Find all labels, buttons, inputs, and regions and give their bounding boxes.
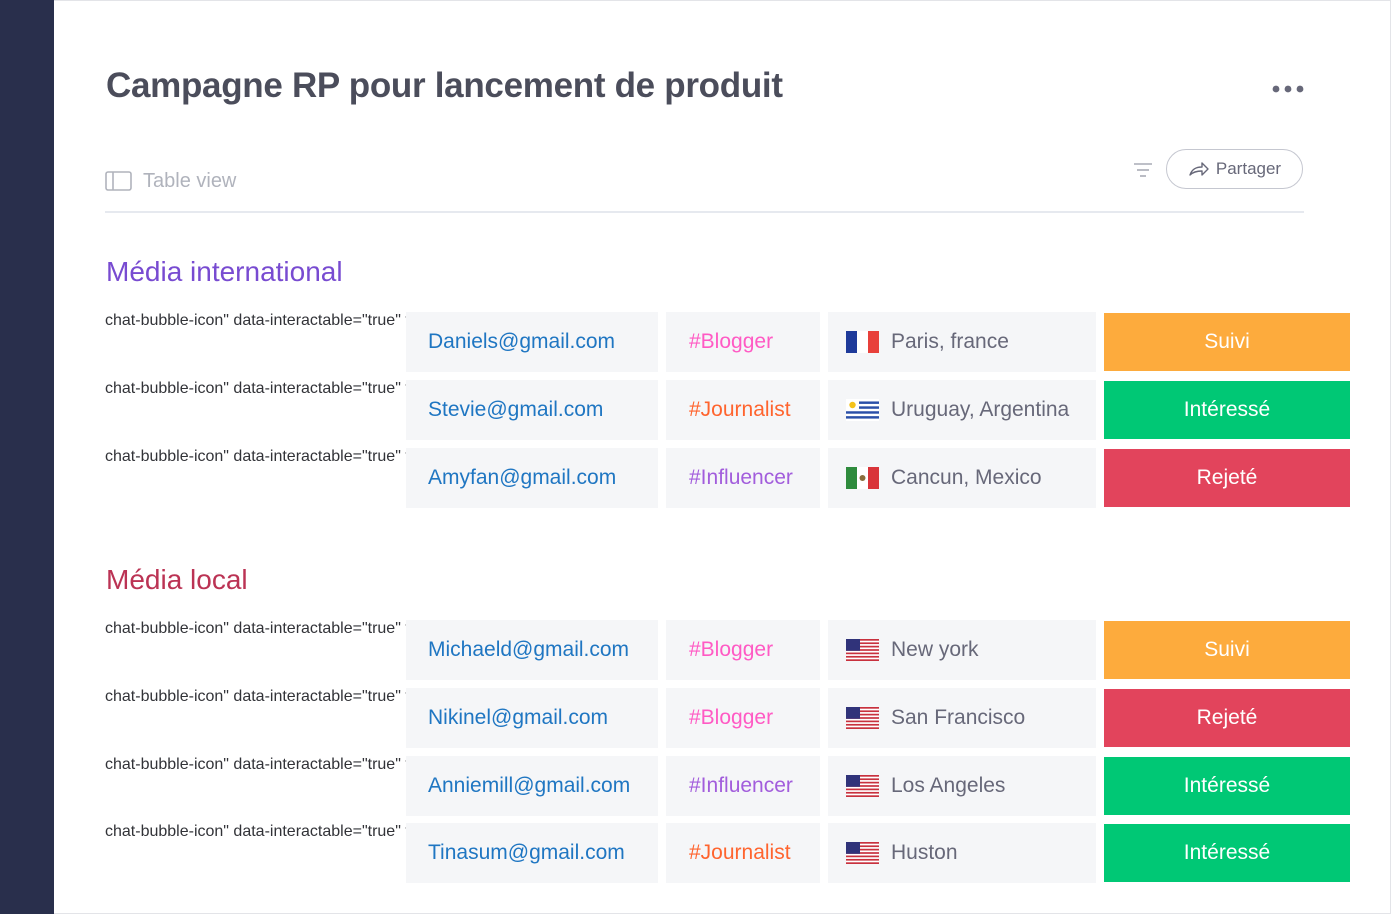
status-badge[interactable]: Intéressé: [1104, 757, 1350, 815]
status-badge[interactable]: Intéressé: [1104, 381, 1350, 439]
tag-cell[interactable]: #Influencer: [666, 756, 820, 816]
status-label: Rejeté: [1196, 706, 1258, 729]
email-cell[interactable]: Stevie@gmail.com: [406, 380, 658, 440]
share-arrow-icon: [1189, 162, 1209, 176]
status-badge[interactable]: Rejeté: [1104, 689, 1350, 747]
email-link[interactable]: Amyfan@gmail.com: [428, 466, 616, 490]
email-cell[interactable]: Nikinel@gmail.com: [406, 688, 658, 748]
usa-flag-icon: [846, 775, 879, 797]
status-cell[interactable]: Intéressé: [1104, 823, 1350, 883]
table-view-label: Table view: [143, 169, 237, 192]
location-cell[interactable]: Cancun, Mexico: [828, 448, 1096, 508]
status-badge[interactable]: Suivi: [1104, 313, 1350, 371]
location-cell[interactable]: Paris, france: [828, 312, 1096, 372]
status-cell[interactable]: Intéressé: [1104, 756, 1350, 816]
usa-flag-icon: [846, 842, 879, 864]
table-row[interactable]: chat-bubble-icon" data-interactable="tru…: [105, 380, 1350, 440]
location-cell[interactable]: San Francisco: [828, 688, 1096, 748]
status-cell[interactable]: Intéressé: [1104, 380, 1350, 440]
email-cell[interactable]: Anniemill@gmail.com: [406, 756, 658, 816]
tag-label: #Blogger: [689, 706, 774, 729]
tag-cell[interactable]: #Blogger: [666, 688, 820, 748]
share-label: Partager: [1215, 159, 1282, 178]
email-link[interactable]: Michaeld@gmail.com: [428, 638, 629, 662]
toolbar-divider: [105, 211, 1304, 213]
table-row[interactable]: chat-bubble-icon" data-interactable="tru…: [105, 448, 1350, 508]
location-label: Paris, france: [891, 330, 1009, 353]
status-label: Suivi: [1204, 638, 1250, 661]
status-label: Intéressé: [1183, 841, 1271, 864]
location-cell[interactable]: Huston: [828, 823, 1096, 883]
tag-label: #Blogger: [689, 330, 774, 353]
tag-cell[interactable]: #Journalist: [666, 380, 820, 440]
status-badge[interactable]: Rejeté: [1104, 449, 1350, 507]
email-cell[interactable]: Amyfan@gmail.com: [406, 448, 658, 508]
table-row[interactable]: chat-bubble-icon" data-interactable="tru…: [105, 756, 1350, 816]
table-row[interactable]: chat-bubble-icon" data-interactable="tru…: [105, 312, 1350, 372]
tag-label: #Journalist: [689, 841, 791, 864]
table-view-icon: [105, 171, 132, 191]
table-row[interactable]: chat-bubble-icon" data-interactable="tru…: [105, 823, 1350, 883]
tag-cell[interactable]: #Blogger: [666, 312, 820, 372]
email-cell[interactable]: Tinasum@gmail.com: [406, 823, 658, 883]
left-sidebar: [0, 0, 54, 914]
tag-label: #Blogger: [689, 638, 774, 661]
status-label: Rejeté: [1196, 466, 1258, 489]
tag-label: #Influencer: [689, 466, 793, 489]
group-title-local: Média local: [106, 564, 248, 595]
location-label: Huston: [891, 841, 958, 864]
email-link[interactable]: Nikinel@gmail.com: [428, 706, 608, 730]
status-badge[interactable]: Intéressé: [1104, 824, 1350, 882]
email-cell[interactable]: Daniels@gmail.com: [406, 312, 658, 372]
location-cell[interactable]: Los Angeles: [828, 756, 1096, 816]
table-view-tab[interactable]: Table view: [105, 168, 236, 194]
tag-cell[interactable]: #Influencer: [666, 448, 820, 508]
location-label: Los Angeles: [891, 774, 1006, 797]
table-row[interactable]: chat-bubble-icon" data-interactable="tru…: [105, 688, 1350, 748]
location-cell[interactable]: Uruguay, Argentina: [828, 380, 1096, 440]
usa-flag-icon: [846, 639, 879, 661]
email-link[interactable]: Daniels@gmail.com: [428, 330, 615, 354]
status-cell[interactable]: Rejeté: [1104, 688, 1350, 748]
mexico-flag-icon: [846, 467, 879, 489]
location-label: Cancun, Mexico: [891, 466, 1042, 489]
location-label: New york: [891, 638, 979, 661]
email-link[interactable]: Anniemill@gmail.com: [428, 774, 630, 798]
status-cell[interactable]: Rejeté: [1104, 448, 1350, 508]
status-badge[interactable]: Suivi: [1104, 621, 1350, 679]
tag-label: #Influencer: [689, 774, 793, 797]
tag-cell[interactable]: #Journalist: [666, 823, 820, 883]
status-label: Suivi: [1204, 330, 1250, 353]
more-options-button[interactable]: [1268, 78, 1308, 100]
group-title-international: Média international: [106, 256, 343, 287]
location-label: San Francisco: [891, 706, 1026, 729]
tag-label: #Journalist: [689, 398, 791, 421]
location-cell[interactable]: New york: [828, 620, 1096, 680]
page-title: Campagne RP pour lancement de produit: [106, 66, 783, 105]
filter-icon[interactable]: [1132, 160, 1154, 180]
usa-flag-icon: [846, 707, 879, 729]
status-label: Intéressé: [1183, 774, 1271, 797]
table-row[interactable]: chat-bubble-icon" data-interactable="tru…: [105, 620, 1350, 680]
status-label: Intéressé: [1183, 398, 1271, 421]
share-button[interactable]: Partager: [1166, 149, 1303, 189]
location-label: Uruguay, Argentina: [891, 398, 1070, 421]
email-link[interactable]: Stevie@gmail.com: [428, 398, 603, 422]
uruguay-flag-icon: [846, 399, 879, 421]
france-flag-icon: [846, 331, 879, 353]
more-dots-icon: [1272, 85, 1304, 93]
email-link[interactable]: Tinasum@gmail.com: [428, 841, 625, 865]
tag-cell[interactable]: #Blogger: [666, 620, 820, 680]
status-cell[interactable]: Suivi: [1104, 620, 1350, 680]
status-cell[interactable]: Suivi: [1104, 312, 1350, 372]
email-cell[interactable]: Michaeld@gmail.com: [406, 620, 658, 680]
